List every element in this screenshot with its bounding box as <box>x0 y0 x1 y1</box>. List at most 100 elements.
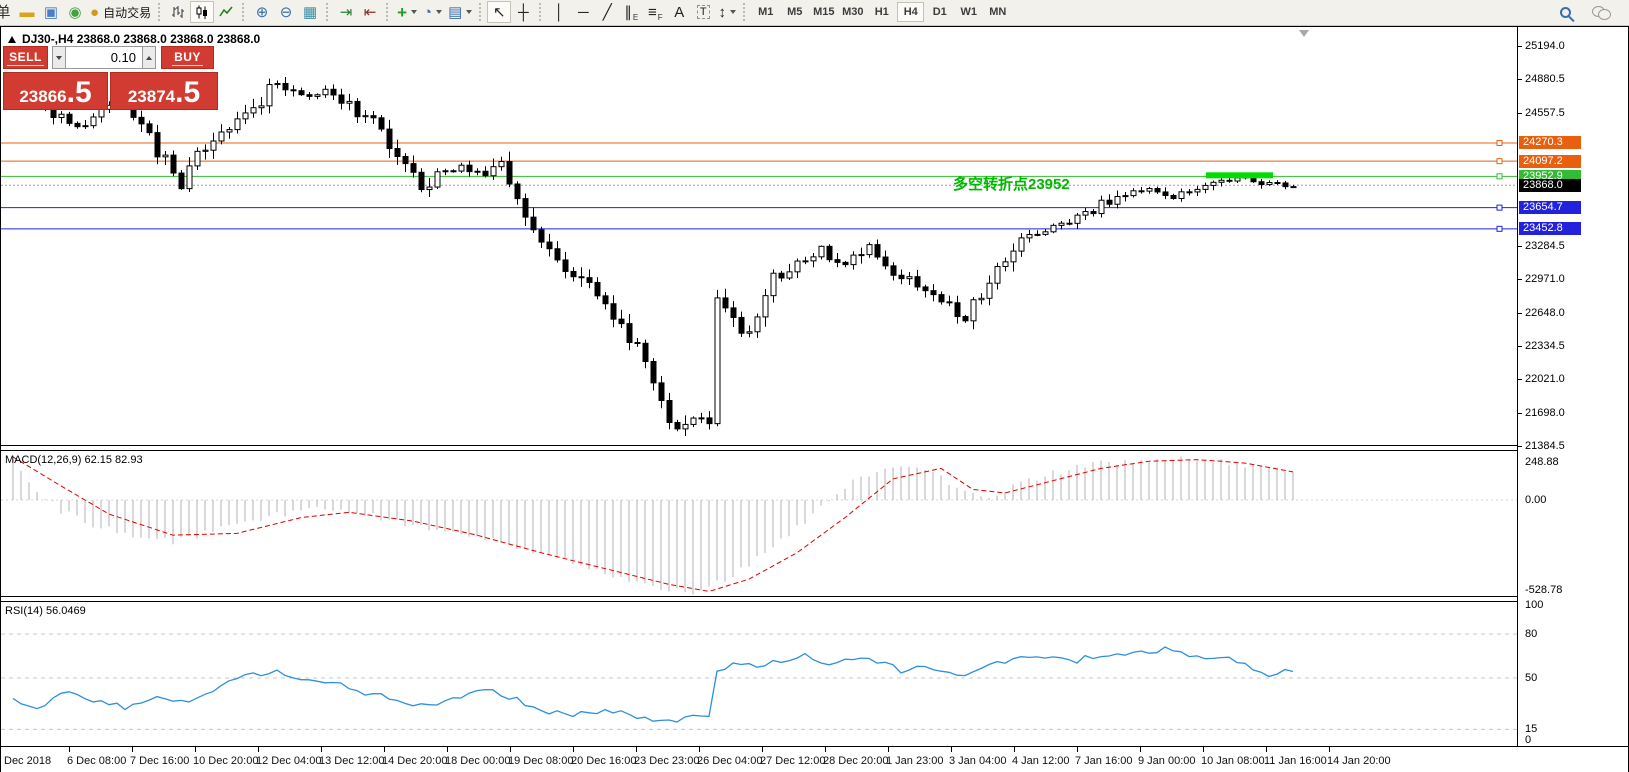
timeframe-w1[interactable]: W1 <box>955 2 982 22</box>
price-tick-label: 22334.5 <box>1525 340 1565 352</box>
toolbar-grip <box>386 3 390 21</box>
level-price-label[interactable]: 23452.8 <box>1519 222 1581 235</box>
time-axis-tick <box>1329 747 1330 752</box>
volume-decrease-button[interactable] <box>52 46 66 69</box>
time-axis-label: 11 Jan 16:00 <box>1264 755 1327 767</box>
collapse-panel-icon[interactable] <box>8 36 16 43</box>
chart-title-text: DJ30-,H4 23868.0 23868.0 23868.0 23868.0 <box>22 32 260 46</box>
arrows-icon[interactable]: ↕ <box>715 1 739 23</box>
price-tick-label: 21698.0 <box>1525 407 1565 419</box>
indicators-icon[interactable]: + <box>394 1 420 23</box>
terminal-icon[interactable]: ▣ <box>39 1 63 23</box>
volume-increase-button[interactable] <box>142 46 156 69</box>
periods-icon-glyph: ◔ <box>423 5 432 20</box>
macd-pane-canvas[interactable] <box>1 451 1517 596</box>
timeframe-m15[interactable]: M15 <box>810 2 837 22</box>
tile-windows-icon[interactable]: ▦ <box>298 1 322 23</box>
line-chart-icon[interactable] <box>214 1 238 23</box>
timeframe-m5[interactable]: M5 <box>781 2 808 22</box>
time-axis-tick <box>699 747 700 752</box>
crosshair-icon[interactable]: ┼ <box>511 1 535 23</box>
time-axis-label: 7 Dec 16:00 <box>130 755 189 767</box>
level-price-label[interactable]: 24270.3 <box>1519 136 1581 149</box>
horizontal-line-icon-glyph: ─ <box>578 5 589 20</box>
current-price-label[interactable]: 23868.0 <box>1519 179 1581 192</box>
templates-icon[interactable]: ▤ <box>445 1 475 23</box>
timeframe-h4[interactable]: H4 <box>897 2 924 22</box>
fibonacci-icon[interactable]: ≡F <box>643 1 667 23</box>
pane-splitter[interactable] <box>1 596 1628 602</box>
vertical-line-icon-glyph: │ <box>555 5 564 20</box>
time-axis-tick <box>762 747 763 752</box>
trendline-icon[interactable]: ╱ <box>595 1 619 23</box>
time-axis-label: 10 Dec 20:00 <box>193 755 258 767</box>
level-price-label[interactable]: 23654.7 <box>1519 201 1581 214</box>
time-axis-label: 19 Dec 08:00 <box>508 755 573 767</box>
text-label-icon-glyph: T <box>697 5 710 19</box>
equidistant-channel-icon-glyph: ∥ <box>624 5 632 20</box>
chat-icon <box>1592 6 1610 19</box>
time-axis-label: 18 Dec 00:00 <box>445 755 510 767</box>
new-order-icon[interactable]: 单 <box>0 1 15 23</box>
time-axis-label: 26 Dec 04:00 <box>697 755 762 767</box>
tile-windows-icon-glyph: ▦ <box>303 5 317 20</box>
price-axis[interactable]: 25194.024880.524557.523284.522971.022648… <box>1517 27 1628 746</box>
toolbar-grip <box>242 3 246 21</box>
sell-price-display[interactable]: 23866 .5 <box>3 72 108 110</box>
time-axis-tick <box>384 747 385 752</box>
search-icon[interactable] <box>1553 1 1577 23</box>
timeframe-mn[interactable]: MN <box>984 2 1011 22</box>
chat-icon[interactable] <box>1589 1 1613 23</box>
new-order-icon-glyph: 单 <box>0 5 11 20</box>
price-tick-label: 23284.5 <box>1525 240 1565 252</box>
time-axis-tick <box>825 747 826 752</box>
timeframe-d1[interactable]: D1 <box>926 2 953 22</box>
text-label-icon[interactable]: T <box>691 1 715 23</box>
templates-icon-glyph: ▤ <box>448 5 462 20</box>
rsi-pane-canvas[interactable] <box>1 602 1517 746</box>
time-axis-label: 10 Jan 08:00 <box>1201 755 1265 767</box>
time-axis-tick <box>1203 747 1204 752</box>
cursor-icon[interactable]: ↖ <box>487 1 511 23</box>
time-axis[interactable]: Dec 20186 Dec 08:007 Dec 16:0010 Dec 20:… <box>1 746 1628 772</box>
chart-shift-marker-icon[interactable] <box>1299 30 1309 37</box>
time-axis-label: 6 Dec 08:00 <box>67 755 126 767</box>
periods-icon[interactable]: ◔ <box>420 1 445 23</box>
candlestick-chart-icon[interactable] <box>190 1 214 23</box>
timeframe-h1[interactable]: H1 <box>868 2 895 22</box>
toolbar: 单▬▣◉●自动交易⊕⊖▦⇥⇤+◔▤↖┼│─╱∥E≡FAT↕M1M5M15M30H… <box>0 0 1629 26</box>
toolbar-grip <box>479 3 483 21</box>
gold-bar-icon-glyph: ▬ <box>20 5 35 20</box>
timeframe-m1[interactable]: M1 <box>752 2 779 22</box>
time-axis-label: 23 Dec 23:00 <box>634 755 699 767</box>
signal-icon[interactable]: ◉ <box>63 1 87 23</box>
chart-shift-icon[interactable]: ⇤ <box>358 1 382 23</box>
level-price-label[interactable]: 24097.2 <box>1519 155 1581 168</box>
time-axis-tick <box>1140 747 1141 752</box>
horizontal-line-icon[interactable]: ─ <box>571 1 595 23</box>
rsi-axis-label: 80 <box>1525 628 1537 640</box>
sell-button[interactable]: SELL <box>3 46 48 69</box>
buy-button[interactable]: BUY <box>161 46 214 69</box>
macd-axis-label: -528.78 <box>1525 584 1562 596</box>
timeframe-m30[interactable]: M30 <box>839 2 866 22</box>
chart-window: DJ30-,H4 23868.0 23868.0 23868.0 23868.0… <box>0 26 1629 772</box>
time-axis-tick <box>888 747 889 752</box>
equidistant-channel-icon[interactable]: ∥E <box>619 1 643 23</box>
gold-bar-icon[interactable]: ▬ <box>15 1 39 23</box>
bar-chart-icon[interactable] <box>166 1 190 23</box>
time-axis-label: 14 Jan 20:00 <box>1327 755 1391 767</box>
buy-price-display[interactable]: 23874 .5 <box>110 72 218 110</box>
zoom-in-icon[interactable]: ⊕ <box>250 1 274 23</box>
price-tick-label: 21384.5 <box>1525 440 1565 452</box>
price-tick-label: 24880.5 <box>1525 73 1565 85</box>
zoom-out-icon[interactable]: ⊖ <box>274 1 298 23</box>
crosshair-icon-glyph: ┼ <box>518 5 529 20</box>
main-chart-canvas[interactable] <box>1 27 1517 445</box>
volume-input[interactable] <box>66 46 142 69</box>
auto-trading-icon[interactable]: ●自动交易 <box>87 1 154 23</box>
text-icon[interactable]: A <box>667 1 691 23</box>
vertical-line-icon[interactable]: │ <box>547 1 571 23</box>
pane-splitter[interactable] <box>1 445 1628 451</box>
auto-scroll-icon[interactable]: ⇥ <box>334 1 358 23</box>
